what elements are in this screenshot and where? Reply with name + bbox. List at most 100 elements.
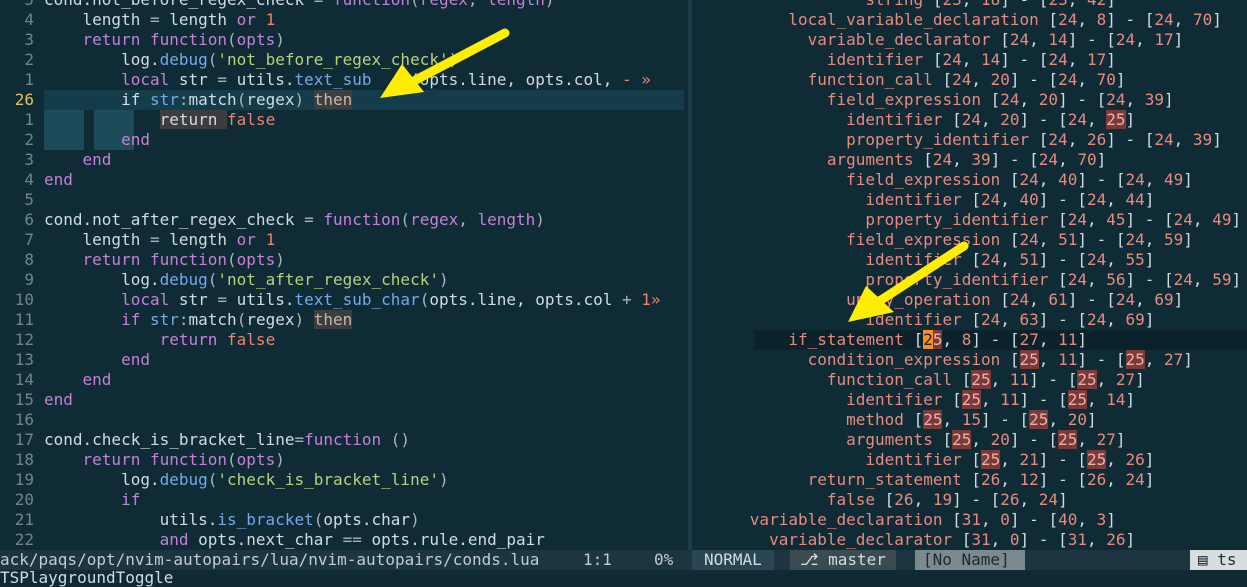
code-line[interactable]: 3 return function(opts) xyxy=(0,30,688,50)
code-token: 1 xyxy=(265,230,276,249)
tree-token: 56 xyxy=(1106,270,1126,289)
line-number: 17 xyxy=(14,430,34,449)
code-line[interactable]: 3 end xyxy=(0,150,688,170)
tree-token: 55 xyxy=(1125,250,1145,269)
code-line[interactable]: 6 cond.not_after_regex_check = function(r… xyxy=(0,210,688,230)
code-line[interactable]: 22 and opts.next_char == opts.rule.end_p… xyxy=(0,530,688,550)
code-token: cond.check_is_bracket_line xyxy=(44,430,295,449)
tree-token: [ xyxy=(971,450,981,469)
code-line[interactable]: 14 end xyxy=(0,370,688,390)
code-line[interactable]: 26 if str:match(regex) then xyxy=(0,90,688,110)
tree-node-line[interactable]: arguments [24, 39] - [24, 70] xyxy=(692,150,1247,170)
code-line[interactable]: 15 end xyxy=(0,390,688,410)
code-line[interactable]: 9 log.debug('not_after_regex_check') xyxy=(0,270,688,290)
tree-node-line[interactable]: identifier [25, 11] - [25, 14] xyxy=(692,390,1247,410)
tree-token: variable_declarator xyxy=(807,30,1001,49)
code-token: ) xyxy=(535,210,545,229)
tree-node-line[interactable]: false [26, 19] - [26, 24] xyxy=(692,490,1247,510)
code-line[interactable]: 11 if str:match(regex) then xyxy=(0,310,688,330)
code-text: end xyxy=(44,390,73,410)
tree-token xyxy=(692,210,865,229)
tree-node-line[interactable]: identifier [24, 40] - [24, 44] xyxy=(692,190,1247,210)
tree-token: ] - [ xyxy=(1038,450,1087,469)
tree-node-line[interactable]: field_expression [24, 20] - [24, 39] xyxy=(692,90,1247,110)
code-line[interactable]: 19 log.debug('check_is_bracket_line') xyxy=(0,470,688,490)
code-line[interactable]: 5 xyxy=(0,190,688,210)
tree-token xyxy=(692,230,846,249)
tree-token: 63 xyxy=(1019,310,1039,329)
code-token: 1» xyxy=(641,290,661,309)
tree-token: , xyxy=(1000,310,1020,329)
code-line[interactable]: 21 utils.is_bracket(opts.char) xyxy=(0,510,688,530)
code-token: ( xyxy=(313,510,324,529)
code-line[interactable]: 4 end xyxy=(0,170,688,190)
tree-token: 24 xyxy=(1038,150,1059,169)
tree-node-line[interactable]: property_identifier [24, 26] - [24, 39] xyxy=(692,130,1247,150)
tree-node-line[interactable]: arguments [25, 20] - [25, 27] xyxy=(692,430,1247,450)
code-line[interactable]: 1 local str = utils.text_sub (opts.line,… xyxy=(0,70,688,90)
code-token: false xyxy=(227,330,276,349)
code-line[interactable]: 13 end xyxy=(0,350,688,370)
tree-token xyxy=(692,470,808,489)
tree-token: ] - [ xyxy=(1009,510,1059,529)
tree-token: , xyxy=(1086,530,1107,549)
code-line[interactable]: 5 cond.not_before_regex_check = function(… xyxy=(0,0,688,10)
code-line[interactable]: 16 xyxy=(0,410,688,430)
tree-token xyxy=(692,0,865,9)
tree-node-line[interactable]: function_call [25, 11] - [25, 27] xyxy=(692,370,1247,390)
tree-node-line[interactable]: variable_declaration [31, 0] - [40, 3] xyxy=(692,510,1247,530)
code-text: return false xyxy=(44,110,275,130)
tree-node-text: false [26, 19] - [26, 24] xyxy=(692,490,1068,510)
code-line[interactable]: 18 return function(opts) xyxy=(0,450,688,470)
editor-pane-code[interactable]: 5cond.not_before_regex_check = function(… xyxy=(0,0,688,550)
tree-node-text: variable_declarator [24, 14] - [24, 17] xyxy=(692,30,1184,50)
tree-token: 24 xyxy=(942,50,962,69)
tree-node-line[interactable]: variable_declarator [31, 0] - [31, 26] xyxy=(692,530,1247,550)
code-line[interactable]: 8 return function(opts) xyxy=(0,250,688,270)
tree-node-line[interactable]: method [25, 15] - [25, 20] xyxy=(692,410,1247,430)
code-line[interactable]: 17 cond.check_is_bracket_line=function () xyxy=(0,430,688,450)
code-line[interactable]: 12 return false xyxy=(0,330,688,350)
tree-node-line[interactable]: field_expression [24, 40] - [24, 49] xyxy=(692,170,1247,190)
code-line[interactable]: 7 length = length or 1 xyxy=(0,230,688,250)
code-token: then xyxy=(313,90,353,109)
tree-token: ] - [ xyxy=(1106,130,1155,149)
code-token: ( xyxy=(400,210,411,229)
code-text: log.debug('check_is_bracket_line') xyxy=(44,470,449,490)
tree-node-line[interactable]: identifier [24, 20] - [24, 25] xyxy=(692,110,1247,130)
tree-token: ] xyxy=(1144,470,1155,489)
tree-node-line[interactable]: string [23, 18] - [23, 42] xyxy=(692,0,1247,10)
tree-token: ] - [ xyxy=(1125,210,1174,229)
code-line[interactable]: 20 if xyxy=(0,490,688,510)
tree-token xyxy=(692,190,865,209)
code-token: log. xyxy=(44,270,160,289)
tree-node-line[interactable]: identifier [25, 21] - [25, 26] xyxy=(692,450,1247,470)
tree-node-line[interactable]: local_variable_declaration [24, 8] - [24… xyxy=(692,10,1247,30)
tree-node-line[interactable]: variable_declarator [24, 14] - [24, 17] xyxy=(692,30,1247,50)
tree-token: 24 xyxy=(1019,170,1039,189)
tree-token: ] - [ xyxy=(1000,50,1049,69)
tree-node-text: property_identifier [24, 26] - [24, 39] xyxy=(692,130,1222,150)
code-line[interactable]: 2 end xyxy=(0,130,688,150)
tree-node-line[interactable]: condition_expression [25, 11] - [25, 27] xyxy=(692,350,1247,370)
code-line[interactable]: 1 return false xyxy=(0,110,688,130)
tree-token: , xyxy=(1173,130,1193,149)
tree-node-line[interactable]: function_call [24, 20] - [24, 70] xyxy=(692,70,1247,90)
code-line[interactable]: 4 length = length or 1 xyxy=(0,10,688,30)
tree-node-line[interactable]: identifier [24, 14] - [24, 17] xyxy=(692,50,1247,70)
tree-node-line[interactable]: if_statement [25, 8] - [27, 11] xyxy=(692,330,1247,350)
code-token: = xyxy=(149,230,170,249)
tree-token: , xyxy=(1077,430,1097,449)
tree-node-line[interactable]: property_identifier [24, 45] - [24, 49] xyxy=(692,210,1247,230)
code-token: function xyxy=(333,0,410,9)
tree-token: arguments xyxy=(846,430,943,449)
tree-token xyxy=(692,530,769,549)
tree-node-line[interactable]: return_statement [26, 12] - [26, 24] xyxy=(692,470,1247,490)
tree-token: 27 xyxy=(1164,350,1184,369)
code-line[interactable]: 2 log.debug('not_before_regex_check') xyxy=(0,50,688,70)
code-line[interactable]: 10 local str = utils.text_sub_char(opts.… xyxy=(0,290,688,310)
tree-token: [ xyxy=(913,330,924,349)
command-line[interactable]: TSPlaygroundToggle xyxy=(0,570,1247,586)
tree-token: 51 xyxy=(1058,230,1078,249)
